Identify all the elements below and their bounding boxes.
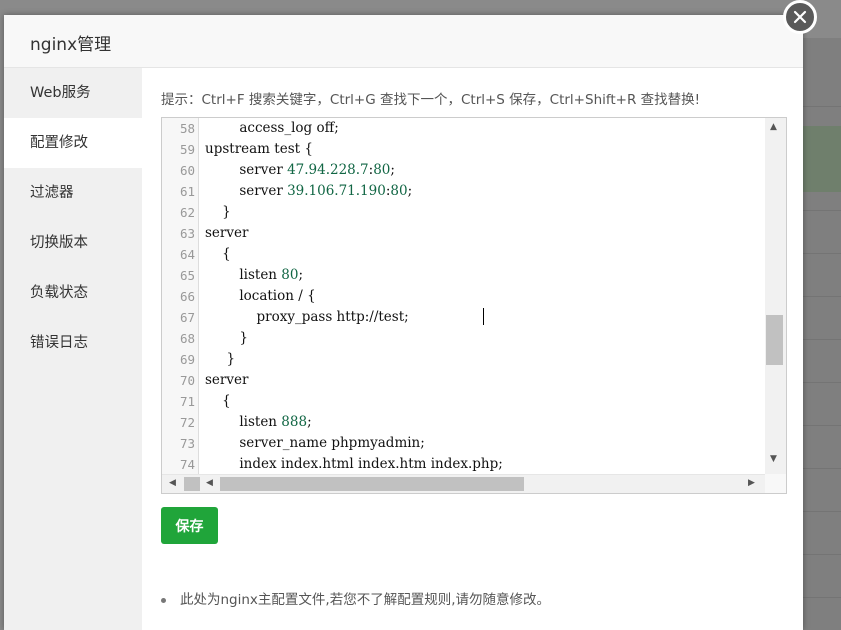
line-number: 63 [179,226,195,241]
code-line: listen 888; [205,414,312,430]
background-divider [803,597,841,598]
code-line: upstream test { [205,141,313,157]
code-line: proxy_pass http://test; [205,309,409,325]
main-content: 提示：Ctrl+F 搜索关键字，Ctrl+G 查找下一个，Ctrl+S 保存，C… [142,68,803,630]
background-divider [803,382,841,383]
scroll-right-arrow-icon[interactable]: ▶ [748,478,755,488]
code-line: } [205,330,248,346]
config-code-editor[interactable]: 58 access_log off; 59 upstream test { 60 se… [161,117,787,494]
line-number: 69 [179,352,195,367]
dialog-header: nginx管理 [4,15,803,68]
code-line: } [205,351,236,367]
line-number: 61 [179,184,195,199]
code-line: server 47.94.228.7:80; [205,162,395,178]
line-number: 71 [179,394,195,409]
line-number: 62 [179,205,195,220]
vertical-scrollbar[interactable] [765,118,786,474]
code-line: location / { [205,288,316,304]
scroll-down-arrow-icon[interactable]: ▼ [770,454,777,464]
sidebar-item-switch-version[interactable]: 切换版本 [4,218,142,268]
scrollbar-corner [765,474,786,493]
sidebar-item-config-edit[interactable]: 配置修改 [4,118,142,168]
sidebar-item-web-service[interactable]: Web服务 [4,68,142,118]
background-divider [803,253,841,254]
sidebar-item-error-log[interactable]: 错误日志 [4,318,142,368]
scroll-up-arrow-icon[interactable]: ▲ [770,122,777,132]
scroll-left-arrow-icon[interactable]: ◀ [206,478,213,488]
code-line: access_log off; [205,120,339,136]
horizontal-scrollbar-thumb[interactable] [220,477,524,491]
scroll-left-arrow-icon[interactable]: ◀ [169,478,176,488]
line-number: 59 [179,142,195,157]
line-number: 68 [179,331,195,346]
background-divider [803,106,841,107]
shortcut-hint: 提示：Ctrl+F 搜索关键字，Ctrl+G 查找下一个，Ctrl+S 保存，C… [161,92,701,108]
line-number: 72 [179,415,195,430]
code-line: server [205,372,249,388]
background-divider [803,511,841,512]
code-line: server_name phpmyadmin; [205,435,425,451]
line-number: 73 [179,436,195,451]
config-warning-note: 此处为nginx主配置文件,若您不了解配置规则,请勿随意修改。 [161,588,550,608]
background-divider [803,296,841,297]
code-line: index index.html index.htm index.php; [205,456,503,472]
background-divider [803,554,841,555]
line-number: 65 [179,268,195,283]
sidebar: Web服务 配置修改 过滤器 切换版本 负载状态 错误日志 [4,68,142,630]
line-number: 67 [179,310,195,325]
close-button[interactable] [783,0,817,34]
background-highlight-row [803,126,841,192]
line-number: 74 [179,457,195,472]
close-icon [793,10,807,24]
background-divider [803,210,841,211]
config-warning-text: 此处为nginx主配置文件,若您不了解配置规则,请勿随意修改。 [180,592,551,608]
nginx-manage-dialog: nginx管理 Web服务 配置修改 过滤器 切换版本 负载状态 错误日志 提示… [4,15,803,630]
line-number: 58 [179,121,195,136]
horizontal-scrollbar-segment[interactable] [184,477,200,491]
code-line: { [205,393,231,409]
code-line: server 39.106.71.190:80; [205,183,413,199]
sidebar-item-load-status[interactable]: 负载状态 [4,268,142,318]
code-line: server [205,225,249,241]
line-number: 66 [179,289,195,304]
line-number: 64 [179,247,195,262]
text-cursor [483,308,484,325]
code-line: } [205,204,231,220]
line-number: 70 [179,373,195,388]
background-divider [803,339,841,340]
save-button[interactable]: 保存 [161,507,218,544]
background-divider [803,468,841,469]
vertical-scrollbar-thumb[interactable] [766,315,783,365]
code-line: { [205,246,231,262]
background-divider [803,425,841,426]
bullet-icon [161,597,166,603]
line-number: 60 [179,163,195,178]
sidebar-item-filter[interactable]: 过滤器 [4,168,142,218]
dialog-title: nginx管理 [30,35,112,55]
code-line: listen 80; [205,267,304,283]
